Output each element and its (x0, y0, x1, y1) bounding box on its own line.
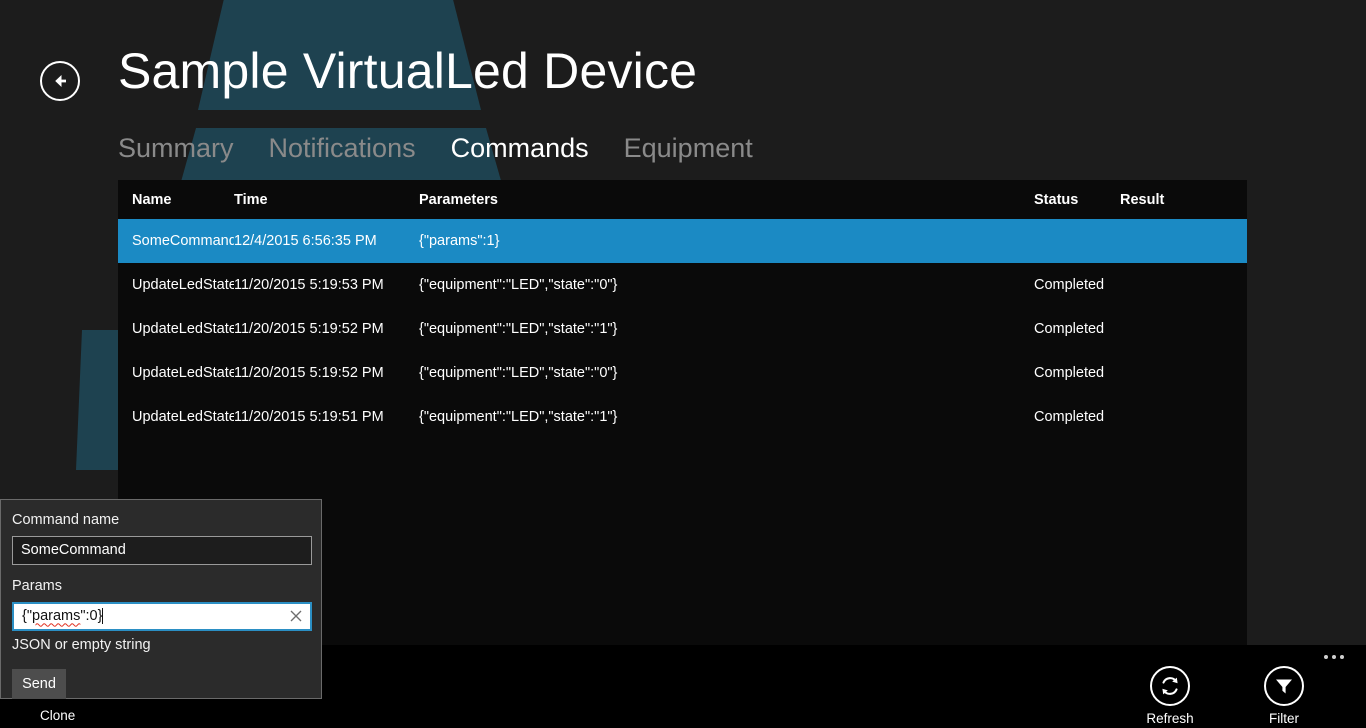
tab-equipment[interactable]: Equipment (624, 134, 753, 164)
column-header-status[interactable]: Status (1034, 192, 1120, 208)
cell-name: UpdateLedState (118, 277, 234, 293)
refresh-icon (1150, 666, 1190, 706)
cell-parameters: {"equipment":"LED","state":"1"} (419, 409, 1034, 425)
back-button[interactable] (40, 61, 80, 101)
cell-parameters: {"equipment":"LED","state":"0"} (419, 277, 1034, 293)
filter-funnel-icon (1264, 666, 1304, 706)
filter-label: Filter (1269, 711, 1299, 726)
params-value-prefix: {" (22, 608, 32, 624)
cell-status: Completed (1034, 409, 1120, 425)
cell-parameters: {"equipment":"LED","state":"1"} (419, 321, 1034, 337)
table-row[interactable]: UpdateLedState 11/20/2015 5:19:53 PM {"e… (118, 263, 1247, 307)
params-value-suffix: ":0} (80, 608, 102, 624)
app-window: Sample VirtualLed Device Summary Notific… (0, 0, 1366, 728)
text-caret (102, 608, 103, 624)
send-button[interactable]: Send (12, 669, 66, 699)
command-name-label: Command name (12, 513, 310, 529)
send-command-flyout: Command name SomeCommand Params {"params… (0, 499, 322, 699)
tab-summary[interactable]: Summary (118, 134, 234, 164)
grid-body: SomeCommand 12/4/2015 6:56:35 PM {"param… (118, 219, 1247, 439)
tab-notifications[interactable]: Notifications (269, 134, 416, 164)
back-arrow-icon (49, 70, 71, 92)
cell-parameters: {"params":1} (419, 233, 1034, 249)
cell-time: 12/4/2015 6:56:35 PM (234, 233, 419, 249)
params-hint: JSON or empty string (12, 638, 310, 654)
cell-status: Completed (1034, 321, 1120, 337)
cell-name: UpdateLedState (118, 365, 234, 381)
cell-name: SomeCommand (118, 233, 234, 249)
command-name-value: SomeCommand (21, 542, 126, 558)
column-header-time[interactable]: Time (234, 192, 419, 208)
filter-button[interactable]: Filter (1248, 666, 1320, 726)
page-title: Sample VirtualLed Device (118, 44, 697, 99)
table-row[interactable]: UpdateLedState 11/20/2015 5:19:51 PM {"e… (118, 395, 1247, 439)
params-input[interactable]: {"params":0} (12, 602, 312, 631)
cell-status: Completed (1034, 365, 1120, 381)
refresh-label: Refresh (1146, 711, 1193, 726)
cell-time: 11/20/2015 5:19:52 PM (234, 321, 419, 337)
clone-label[interactable]: Clone (40, 708, 75, 723)
column-header-name[interactable]: Name (118, 192, 234, 208)
column-header-result[interactable]: Result (1120, 192, 1247, 208)
cell-time: 11/20/2015 5:19:53 PM (234, 277, 419, 293)
grid-header-row: Name Time Parameters Status Result (118, 180, 1247, 219)
clear-x-icon[interactable] (288, 608, 304, 624)
table-row[interactable]: UpdateLedState 11/20/2015 5:19:52 PM {"e… (118, 351, 1247, 395)
overflow-dots-icon[interactable] (1324, 655, 1344, 659)
tab-commands[interactable]: Commands (451, 134, 589, 164)
params-input-wrapper: {"params":0} (12, 602, 312, 631)
page-header: Sample VirtualLed Device (0, 0, 1366, 125)
tab-bar: Summary Notifications Commands Equipment (118, 134, 753, 164)
cell-time: 11/20/2015 5:19:52 PM (234, 365, 419, 381)
cell-name: UpdateLedState (118, 409, 234, 425)
params-value-misspelled-word: params (32, 608, 80, 624)
table-row[interactable]: UpdateLedState 11/20/2015 5:19:52 PM {"e… (118, 307, 1247, 351)
refresh-button[interactable]: Refresh (1134, 666, 1206, 726)
cell-name: UpdateLedState (118, 321, 234, 337)
params-label: Params (12, 579, 310, 595)
command-name-input[interactable]: SomeCommand (12, 536, 312, 565)
cell-time: 11/20/2015 5:19:51 PM (234, 409, 419, 425)
cell-parameters: {"equipment":"LED","state":"0"} (419, 365, 1034, 381)
cell-status: Completed (1034, 277, 1120, 293)
column-header-parameters[interactable]: Parameters (419, 192, 1034, 208)
app-bar-actions: Refresh Filter (1134, 666, 1320, 726)
table-row[interactable]: SomeCommand 12/4/2015 6:56:35 PM {"param… (118, 219, 1247, 263)
